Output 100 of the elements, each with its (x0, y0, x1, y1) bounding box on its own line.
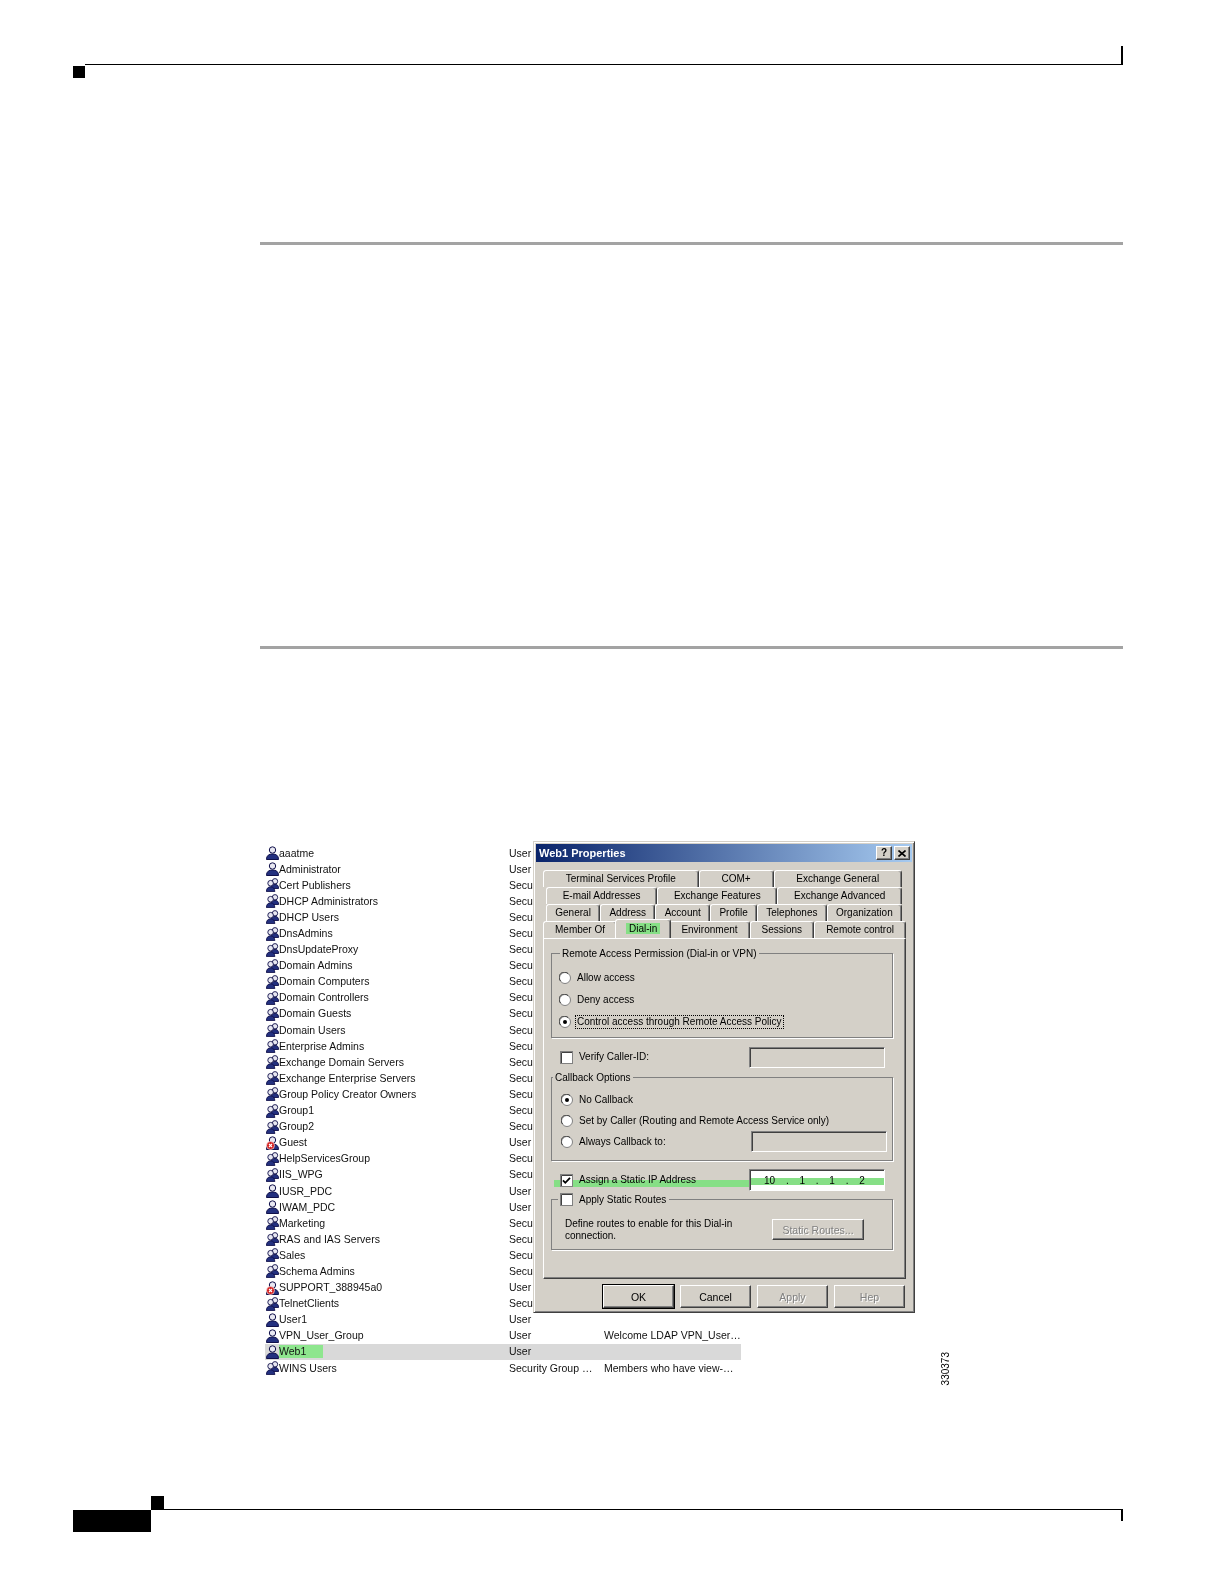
account-name: DHCP Administrators (279, 894, 378, 908)
people-icon (266, 974, 279, 989)
checkbox[interactable] (560, 1050, 573, 1064)
account-name: Group Policy Creator Owners (279, 1087, 417, 1101)
account-name: HelpServicesGroup (279, 1152, 371, 1166)
account-type: User (509, 1184, 532, 1198)
account-name: WINS Users (279, 1361, 337, 1375)
ip-address-field[interactable]: 10 . 1 . 1 . 2 (749, 1169, 885, 1191)
account-name: Domain Computers (279, 975, 370, 989)
account-type: User (509, 1345, 532, 1359)
checkbox[interactable] (560, 1173, 573, 1187)
radio-label: Allow access (576, 972, 636, 984)
person-icon (266, 1200, 279, 1215)
radio-button[interactable] (559, 994, 571, 1006)
checkbox[interactable] (560, 1193, 573, 1206)
person-icon (266, 1312, 279, 1327)
account-name: Marketing (279, 1216, 326, 1230)
list-row[interactable]: Sales Secu (265, 1247, 741, 1264)
dialog-button[interactable]: OK (603, 1285, 674, 1308)
account-name: VPN_User_Group (279, 1329, 364, 1343)
tab[interactable]: General (546, 904, 601, 921)
tab[interactable]: Account (655, 904, 711, 921)
close-icon (898, 849, 906, 857)
tab[interactable]: Sessions (749, 921, 815, 938)
account-type: User (509, 1136, 532, 1150)
account-type: Secu (509, 1071, 533, 1085)
list-row[interactable]: WINS Users Security Group … Members who have view-… (265, 1360, 741, 1377)
list-row[interactable]: VPN_User_Group User Welcome LDAP VPN_User… (265, 1327, 741, 1344)
dialog-title: Web1 Properties (539, 847, 626, 859)
tab[interactable]: COM+ (698, 870, 774, 887)
tab[interactable]: Environment (669, 921, 750, 938)
account-name: DHCP Users (279, 910, 339, 924)
radio-button[interactable] (559, 972, 571, 984)
account-type: User (509, 1200, 532, 1214)
account-type: Secu (509, 927, 533, 940)
list-row[interactable]: Schema Admins Secu (265, 1263, 741, 1280)
tab[interactable]: Remote control (814, 921, 906, 938)
people-icon (266, 910, 279, 925)
list-row[interactable]: User1 User (265, 1311, 741, 1328)
account-type: Secu (509, 1168, 533, 1182)
corner-marker (151, 1496, 164, 1509)
account-name: Enterprise Admins (279, 1039, 365, 1053)
account-name: DnsUpdateProxy (279, 943, 359, 957)
group-box-title: Remote Access Permission (Dial-in or VPN) (560, 947, 759, 960)
account-type: Secu (509, 910, 533, 924)
account-type: User (509, 846, 532, 860)
tab[interactable]: Exchange Features (657, 887, 778, 904)
list-row[interactable]: Web1 User (265, 1343, 741, 1360)
list-row[interactable]: HelpServicesGroup Secu (265, 1150, 741, 1167)
people-icon (266, 1216, 279, 1231)
account-type: Secu (509, 1216, 533, 1230)
account-type: Secu (509, 943, 533, 957)
account-type: User (509, 1329, 532, 1343)
account-name: TelnetClients (279, 1297, 340, 1311)
account-type: Secu (509, 1248, 533, 1262)
people-icon (266, 1119, 279, 1134)
account-type: Secu (509, 1007, 533, 1021)
radio-label: Always Callback to: (578, 1135, 667, 1148)
help-button[interactable]: ? (876, 846, 892, 860)
account-name: Group1 (279, 1104, 315, 1118)
account-description: Members who have view-… (604, 1361, 734, 1375)
account-description: Welcome LDAP VPN_User… (604, 1329, 741, 1343)
account-name: Web1 (279, 1345, 324, 1359)
account-type: Secu (509, 1055, 533, 1069)
group-box-title: Callback Options (553, 1071, 633, 1084)
account-name: DnsAdmins (279, 927, 333, 940)
account-type: Secu (509, 1152, 533, 1166)
person-icon (266, 1344, 279, 1359)
person-icon (266, 1328, 279, 1343)
tab[interactable]: E-mail Addresses (546, 887, 658, 904)
people-icon (266, 1007, 279, 1021)
account-type: Secu (509, 1087, 533, 1101)
people-icon (266, 1039, 279, 1054)
radio-button[interactable] (559, 1016, 571, 1028)
radio-button[interactable] (561, 1135, 573, 1148)
radio-button[interactable] (561, 1093, 573, 1106)
account-type: Secu (509, 1265, 533, 1278)
radio-button[interactable] (561, 1114, 573, 1127)
account-name: Administrator (279, 862, 341, 876)
tab[interactable]: Terminal Services Profile (543, 870, 699, 887)
tab[interactable]: Address (600, 904, 656, 921)
account-name: RAS and IAS Servers (279, 1232, 380, 1246)
close-button[interactable] (894, 846, 910, 860)
tab[interactable]: Exchange General (773, 870, 902, 887)
account-type: Secu (509, 959, 533, 973)
account-name: Domain Guests (279, 1007, 352, 1021)
dialog-button[interactable]: Cancel (680, 1285, 751, 1308)
tab[interactable]: Member Of (543, 921, 618, 938)
figure-number: 330373 (941, 1351, 951, 1385)
people-icon (266, 878, 279, 893)
tab[interactable]: Exchange Advanced (777, 887, 902, 904)
tab[interactable]: Telephones (757, 904, 827, 921)
tab[interactable]: Profile (710, 904, 757, 921)
checkbox-label: Assign a Static IP Address (578, 1174, 698, 1186)
people-icon (266, 1232, 279, 1247)
tab[interactable]: Organization (826, 904, 902, 921)
tab[interactable]: Dial-in (615, 919, 672, 938)
account-name: Group2 (279, 1120, 315, 1134)
people-icon (266, 1151, 279, 1166)
radio-label: Control access through Remote Access Policy (576, 1016, 783, 1028)
